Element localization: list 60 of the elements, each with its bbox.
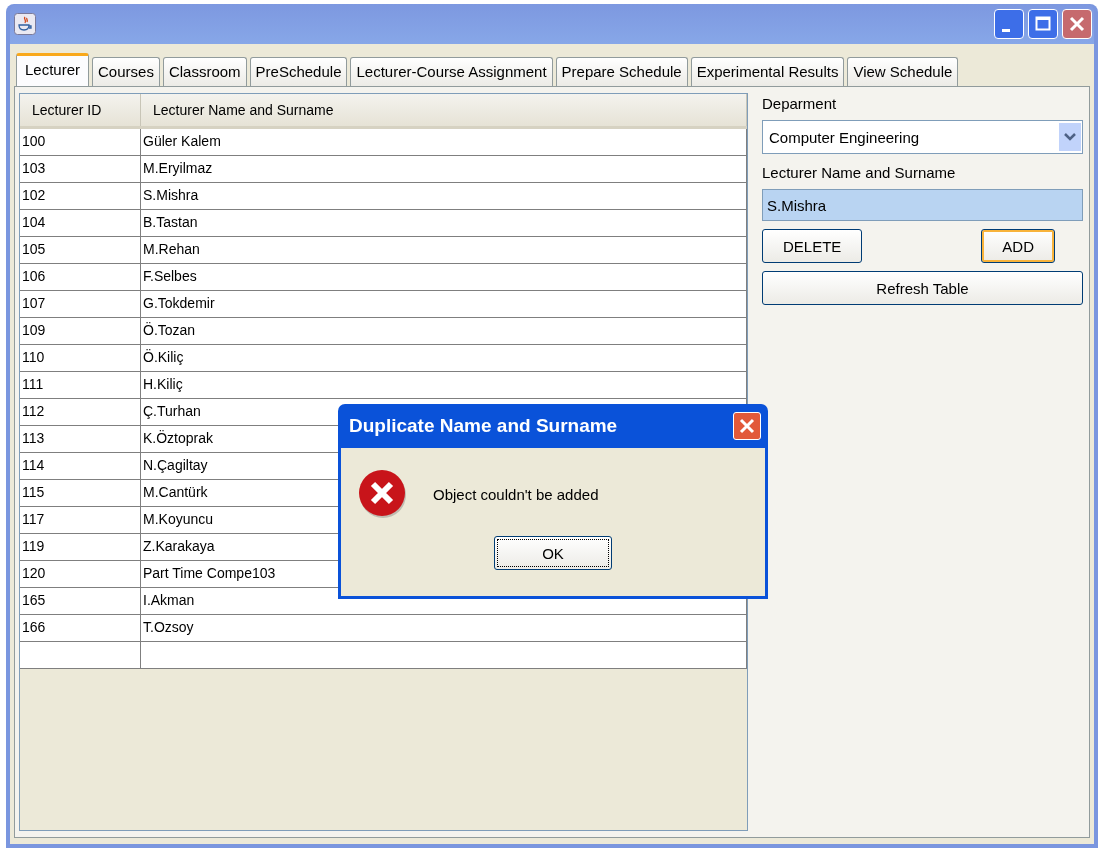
table-cell: 166 [20,615,141,641]
table-cell: 103 [20,156,141,182]
table-cell: 104 [20,210,141,236]
table-cell: Güler Kalem [141,129,747,155]
column-header[interactable]: Lecturer Name and Surname [141,94,747,126]
close-button[interactable] [1062,9,1092,39]
table-cell: Ö.Kiliç [141,345,747,371]
tab[interactable]: Classroom [162,57,247,86]
minimize-button[interactable] [994,9,1024,39]
ok-button[interactable]: OK [494,536,612,570]
maximize-icon [1035,16,1051,32]
table-cell: G.Tokdemir [141,291,747,317]
close-icon [1068,15,1086,33]
table-cell: H.Kiliç [141,372,747,398]
table-cell: 114 [20,453,141,479]
close-button[interactable] [733,412,761,440]
minimize-icon [1002,28,1010,32]
field-label: Deparment [762,94,838,112]
table-cell: M.Eryilmaz [141,156,747,182]
field-label: Lecturer Name and Surname [762,163,957,181]
table-cell: 111 [20,372,141,398]
table-cell: 107 [20,291,141,317]
maximize-button[interactable] [1028,9,1058,39]
table-cell: F.Selbes [141,264,747,290]
table-cell: 112 [20,399,141,425]
table-cell: 115 [20,480,141,506]
java-cup-icon [14,13,36,35]
tab[interactable]: PreSchedule [249,57,348,86]
tab[interactable]: Courses [92,57,160,86]
table-cell: 113 [20,426,141,452]
error-message: Object couldn't be added [433,485,599,503]
action-button[interactable]: ADD [981,229,1055,263]
department-dropdown[interactable]: Computer Engineering [762,120,1083,154]
name-input-field[interactable]: S.Mishra [762,189,1083,221]
table-cell: 165 [20,588,141,614]
table-cell: 109 [20,318,141,344]
tab[interactable]: Lecturer-Course Assignment [350,57,553,86]
table-cell: 100 [20,129,141,155]
table-cell: 106 [20,264,141,290]
tab[interactable]: Prepare Schedule [555,57,688,86]
table-cell: 117 [20,507,141,533]
table-cell: 120 [20,561,141,587]
tab[interactable]: Lecturer [16,53,90,87]
action-button[interactable]: DELETE [762,229,863,263]
tab[interactable]: View Schedule [847,57,959,86]
column-header[interactable]: Lecturer ID [20,94,141,126]
table-cell: S.Mishra [141,183,747,209]
table-cell: 110 [20,345,141,371]
table-cell: 102 [20,183,141,209]
table-cell: M.Rehan [141,237,747,263]
table-cell: B.Tastan [141,210,747,236]
refresh-button[interactable]: Refresh Table [762,271,1083,305]
table-cell: Ö.Tozan [141,318,747,344]
tab[interactable]: Experimental Results [690,57,845,86]
table-cell: T.Ozsoy [141,615,747,641]
error-icon [357,468,409,520]
close-icon [738,417,756,435]
table-cell: 105 [20,237,141,263]
table-cell: 119 [20,534,141,560]
caret-icon [1059,123,1081,151]
